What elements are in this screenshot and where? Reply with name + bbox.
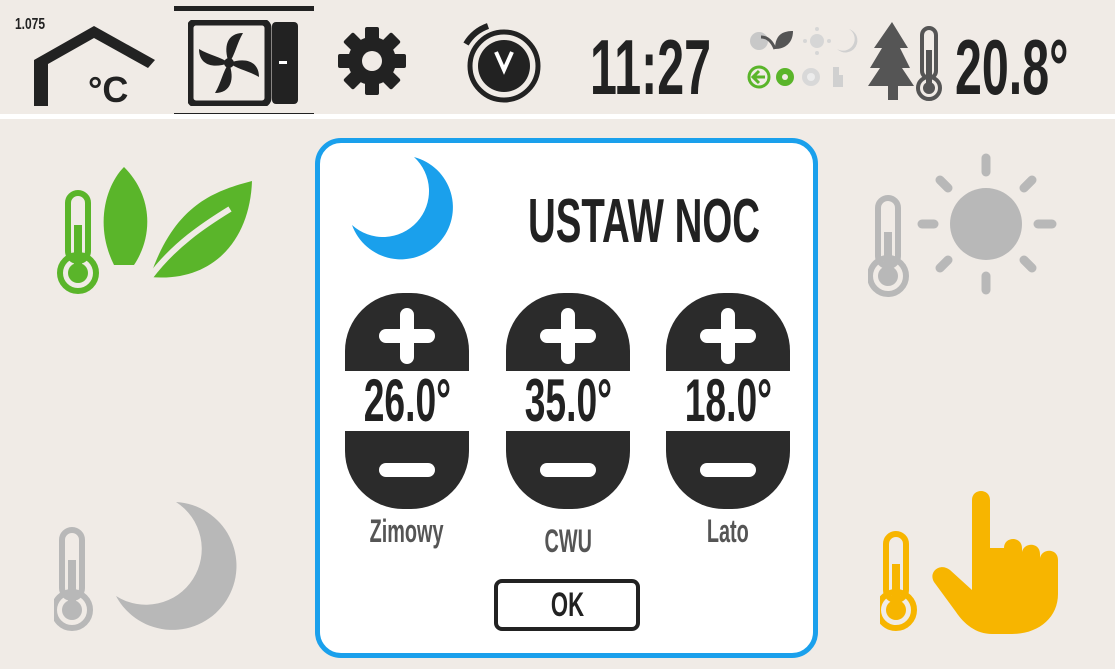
house-celsius-icon[interactable]: °C (32, 22, 157, 112)
mode-status-icons (745, 27, 865, 100)
gear-green-icon (776, 68, 794, 86)
increase-button[interactable] (666, 293, 790, 371)
setpoint-value: 18.0° (684, 367, 772, 434)
decrease-button[interactable] (666, 431, 790, 509)
top-bar: 1.075 °C 11:27 20.8° (0, 0, 1115, 119)
setpoint-stepper-winter: 26.0° (345, 293, 469, 509)
stopwatch-icon[interactable] (458, 20, 548, 109)
manual-mode-button[interactable] (875, 486, 1080, 641)
setpoint-label: Zimowy (370, 513, 444, 549)
setpoint-value: 35.0° (524, 367, 612, 434)
setpoint-value: 26.0° (363, 367, 451, 434)
moon-icon (350, 155, 460, 270)
heat-recovery-icon (747, 65, 771, 89)
decrease-button[interactable] (506, 431, 630, 509)
night-setpoint-dialog: USTAW NOC 26.0° Zimowy 35.0° CWU 18.0° L… (315, 138, 818, 658)
setpoint-label: CWU (544, 523, 592, 559)
sun-icon (803, 27, 831, 55)
setpoint-label: Lato (707, 513, 749, 549)
moon-icon (837, 29, 858, 53)
thermometer-leaf-icon (57, 167, 252, 294)
outdoor-thermometer-icon (868, 20, 948, 109)
eco-mode-button[interactable] (54, 165, 254, 310)
disc-icon (802, 68, 820, 86)
dialog-title: USTAW NOC (528, 187, 761, 256)
increase-button[interactable] (345, 293, 469, 371)
gear-icon[interactable] (337, 26, 407, 101)
svg-text:°C: °C (88, 69, 128, 107)
decrease-button[interactable] (345, 431, 469, 509)
increase-button[interactable] (506, 293, 630, 371)
active-tab-indicator-top (174, 6, 314, 11)
header-divider (0, 114, 1115, 119)
setpoint-stepper-cwu: 35.0° (506, 293, 630, 509)
thermometer-hand-icon (875, 491, 1058, 634)
outside-temperature: 20.8° (955, 23, 1069, 111)
thermometer-moon-icon (51, 502, 237, 631)
frost-icon (750, 32, 768, 50)
night-mode-button[interactable] (51, 500, 244, 645)
fan-unit-icon[interactable] (186, 18, 300, 111)
ok-button[interactable]: OK (494, 579, 640, 631)
setpoint-stepper-summer: 18.0° (666, 293, 790, 509)
hand-icon (833, 67, 843, 87)
